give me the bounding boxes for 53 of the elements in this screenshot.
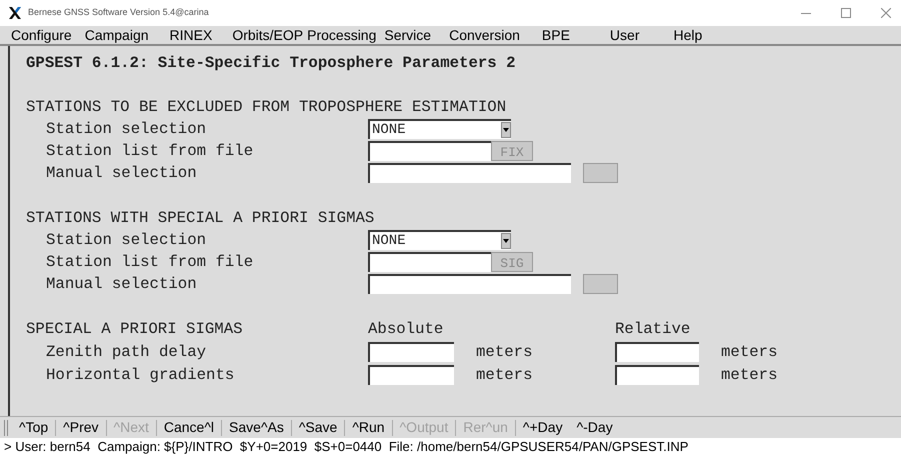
toolbar-button[interactable]: ^Top bbox=[12, 417, 56, 438]
input-field[interactable] bbox=[368, 141, 491, 161]
menu-item[interactable]: User bbox=[610, 24, 640, 46]
unit-label: meters bbox=[476, 342, 534, 362]
menu-item[interactable]: Campaign bbox=[84, 24, 149, 46]
field-label: Manual selection bbox=[45, 163, 198, 184]
field-label: Horizontal gradients bbox=[45, 364, 236, 386]
toolbar-button[interactable]: ^-Day bbox=[570, 417, 620, 438]
app-logo-icon bbox=[8, 7, 22, 19]
station-dropdown[interactable]: NONE bbox=[368, 230, 511, 250]
menu-item[interactable]: BPE bbox=[542, 24, 570, 46]
maximize-icon[interactable] bbox=[841, 8, 851, 18]
close-icon[interactable] bbox=[881, 8, 891, 18]
toolbar-grip-icon bbox=[4, 420, 8, 436]
unit-label: meters bbox=[721, 364, 778, 386]
toolbar-button[interactable]: Save^As bbox=[222, 417, 291, 438]
menu-item[interactable]: Service bbox=[384, 24, 432, 46]
toolbar-button[interactable]: ^Run bbox=[345, 417, 392, 438]
menu-item[interactable]: Processing bbox=[307, 24, 376, 46]
field-label: Zenith path delay bbox=[45, 342, 208, 362]
unit-label: meters bbox=[721, 342, 778, 362]
toolbar-button[interactable]: ^+Day bbox=[516, 417, 570, 438]
window-title: Bernese GNSS Software Version 5.4@carina bbox=[28, 6, 209, 20]
menu-item[interactable]: Configure bbox=[11, 24, 72, 46]
column-header: Relative bbox=[615, 319, 690, 340]
field-label: Station list from file bbox=[45, 252, 254, 273]
toolbar-button[interactable]: ^Prev bbox=[56, 417, 106, 438]
column-header: Absolute bbox=[368, 319, 444, 340]
menu-item[interactable]: Conversion bbox=[449, 24, 520, 46]
field-label: Manual selection bbox=[45, 274, 198, 295]
minimize-icon[interactable] bbox=[801, 12, 811, 14]
field-label: Station selection bbox=[45, 230, 208, 251]
menu-item[interactable]: Orbits/EOP bbox=[232, 24, 304, 46]
toolbar-button[interactable]: ^Save bbox=[292, 417, 344, 438]
input-field[interactable] bbox=[368, 342, 454, 362]
section-heading: STATIONS TO BE EXCLUDED FROM TROPOSPHERE ESTIMATION bbox=[25, 97, 508, 118]
menu-item[interactable]: RINEX bbox=[170, 24, 212, 46]
panel-title: GPSEST 6.1.2: Site-Specific Troposphere Parameters 2 bbox=[25, 53, 517, 74]
status-bar: > User: bern54 Campaign: ${P}/INTRO $Y+0=2019 $S+0=0440 File: /home/bern54/GPSUSER54/PAN/GPSEST.INP bbox=[0, 438, 901, 455]
input-field[interactable] bbox=[368, 274, 571, 294]
input-field[interactable] bbox=[368, 163, 571, 183]
menu-item[interactable]: Help bbox=[673, 24, 702, 46]
field-label: Station list from file bbox=[45, 141, 254, 162]
field-label: Station selection bbox=[45, 119, 208, 140]
input-field[interactable] bbox=[615, 342, 699, 362]
section-heading: STATIONS WITH SPECIAL A PRIORI SIGMAS bbox=[25, 208, 376, 229]
input-field[interactable] bbox=[368, 252, 491, 272]
input-field[interactable] bbox=[615, 364, 699, 384]
toolbar-button[interactable]: Cance^l bbox=[156, 417, 222, 438]
unit-label: meters bbox=[476, 364, 534, 386]
input-field[interactable] bbox=[368, 364, 454, 384]
section-heading: SPECIAL A PRIORI SIGMAS bbox=[25, 319, 244, 340]
station-dropdown[interactable]: NONE bbox=[368, 119, 511, 139]
